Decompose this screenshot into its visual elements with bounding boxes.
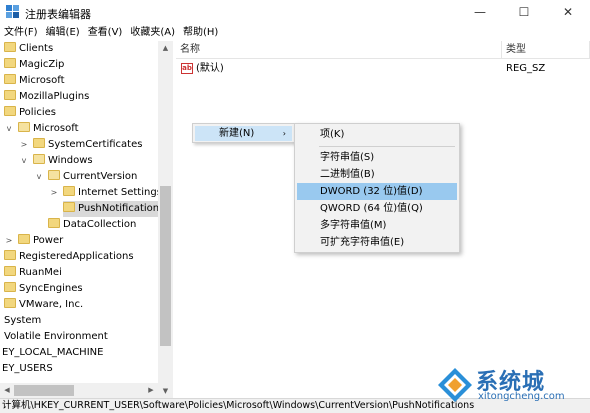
folder-icon — [63, 202, 75, 212]
collapse-icon[interactable]: v — [20, 153, 28, 169]
tree-item[interactable]: CurrentVersion — [48, 169, 137, 185]
tree-item[interactable]: VMware, Inc. — [4, 297, 83, 313]
close-icon: ✕ — [562, 5, 574, 19]
tree-item[interactable]: Clients — [4, 41, 53, 57]
menu-favorites[interactable]: 收藏夹(A) — [126, 24, 179, 41]
expand-icon[interactable]: > — [20, 137, 28, 153]
tree-item[interactable]: EY_LOCAL_MACHINE — [2, 345, 103, 361]
tree-item[interactable]: SystemCertificates — [33, 137, 142, 153]
window-title: 注册表编辑器 — [25, 8, 91, 21]
tree-item[interactable]: Microsoft — [4, 73, 65, 89]
tree-item[interactable]: DataCollection — [48, 217, 136, 233]
folder-icon — [4, 298, 16, 308]
folder-icon — [48, 218, 60, 228]
folder-icon — [4, 90, 16, 100]
menu-item-key[interactable]: 项(K) — [297, 126, 457, 143]
tree-item[interactable]: Volatile Environment — [4, 329, 108, 345]
folder-icon — [4, 266, 16, 276]
maximize-button[interactable]: ☐ — [502, 0, 546, 24]
tree-vertical-scrollbar[interactable]: ▲ ▼ — [158, 41, 173, 398]
menu-separator — [319, 146, 455, 147]
tree-item[interactable]: Internet Settings — [63, 185, 162, 201]
scroll-thumb[interactable] — [160, 186, 171, 346]
watermark: 系统城 xitongcheng.com — [436, 362, 586, 408]
menu-help[interactable]: 帮助(H) — [179, 24, 222, 41]
scroll-thumb[interactable] — [14, 385, 74, 396]
ab-string-icon: ab — [181, 63, 193, 74]
column-header-type[interactable]: 类型 — [502, 41, 590, 59]
menu-item-binary-value[interactable]: 二进制值(B) — [297, 166, 457, 183]
context-menu: 新建(N) › — [192, 123, 295, 143]
folder-icon — [4, 58, 16, 68]
tree-item[interactable]: RegisteredApplications — [4, 249, 134, 265]
folder-icon — [4, 42, 16, 52]
menu-item-expandable-string-value[interactable]: 可扩充字符串值(E) — [297, 234, 457, 251]
minimize-icon: — — [474, 5, 486, 19]
folder-open-icon — [48, 170, 60, 180]
tree-item[interactable]: Power — [18, 233, 63, 249]
tree-item[interactable]: RuanMei — [4, 265, 62, 281]
value-row[interactable]: ab (默认) REG_SZ — [176, 61, 590, 77]
collapse-icon[interactable]: v — [35, 169, 43, 185]
folder-icon — [4, 250, 16, 260]
watermark-url: xitongcheng.com — [478, 391, 565, 402]
value-name: (默认) — [196, 63, 224, 74]
scroll-up-icon[interactable]: ▲ — [158, 41, 173, 55]
scroll-down-icon[interactable]: ▼ — [158, 384, 173, 398]
menu-item-qword-value[interactable]: QWORD (64 位)值(Q) — [297, 200, 457, 217]
collapse-icon[interactable]: v — [5, 121, 13, 137]
maximize-icon: ☐ — [518, 5, 530, 19]
new-submenu: 项(K) 字符串值(S) 二进制值(B) DWORD (32 位)值(D) QW… — [294, 123, 460, 253]
close-button[interactable]: ✕ — [546, 0, 590, 24]
folder-icon — [4, 282, 16, 292]
menu-bar: 文件(F) 编辑(E) 查看(V) 收藏夹(A) 帮助(H) — [0, 24, 590, 41]
folder-icon — [4, 74, 16, 84]
menu-view[interactable]: 查看(V) — [84, 24, 127, 41]
tree-item[interactable]: SyncEngines — [4, 281, 83, 297]
folder-icon — [33, 138, 45, 148]
tree-item[interactable]: Policies — [4, 105, 56, 121]
folder-open-icon — [33, 154, 45, 164]
menu-item-new[interactable]: 新建(N) › — [195, 126, 292, 141]
tree-item[interactable]: MagicZip — [4, 57, 64, 73]
menu-item-dword-value[interactable]: DWORD (32 位)值(D) — [297, 183, 457, 200]
registry-tree: Clients MagicZip Microsoft MozillaPlugin… — [0, 41, 173, 398]
column-header-name[interactable]: 名称 — [176, 41, 502, 59]
expand-icon[interactable]: > — [50, 185, 58, 201]
folder-icon — [4, 106, 16, 116]
menu-file[interactable]: 文件(F) — [0, 24, 42, 41]
tree-item[interactable]: EY_USERS — [2, 361, 53, 377]
menu-item-multi-string-value[interactable]: 多字符串值(M) — [297, 217, 457, 234]
menu-edit[interactable]: 编辑(E) — [42, 24, 84, 41]
folder-icon — [18, 234, 30, 244]
tree-horizontal-scrollbar[interactable]: ◀ ▶ — [0, 383, 158, 398]
folder-open-icon — [18, 122, 30, 132]
scroll-right-icon[interactable]: ▶ — [144, 383, 158, 398]
folder-icon — [63, 186, 75, 196]
menu-item-string-value[interactable]: 字符串值(S) — [297, 149, 457, 166]
regedit-app-icon — [6, 5, 19, 18]
tree-item[interactable]: Microsoft — [18, 121, 79, 137]
watermark-logo-icon — [438, 368, 472, 402]
scroll-left-icon[interactable]: ◀ — [0, 383, 14, 398]
tree-item[interactable]: MozillaPlugins — [4, 89, 89, 105]
title-bar: 注册表编辑器 — ☐ ✕ — [0, 0, 590, 24]
minimize-button[interactable]: — — [458, 0, 502, 24]
submenu-arrow-icon: › — [282, 129, 286, 138]
tree-item-selected[interactable]: PushNotifications — [63, 201, 171, 217]
value-type: REG_SZ — [506, 63, 546, 74]
tree-item[interactable]: Windows — [33, 153, 93, 169]
expand-icon[interactable]: > — [5, 233, 13, 249]
tree-item[interactable]: System — [4, 313, 41, 329]
